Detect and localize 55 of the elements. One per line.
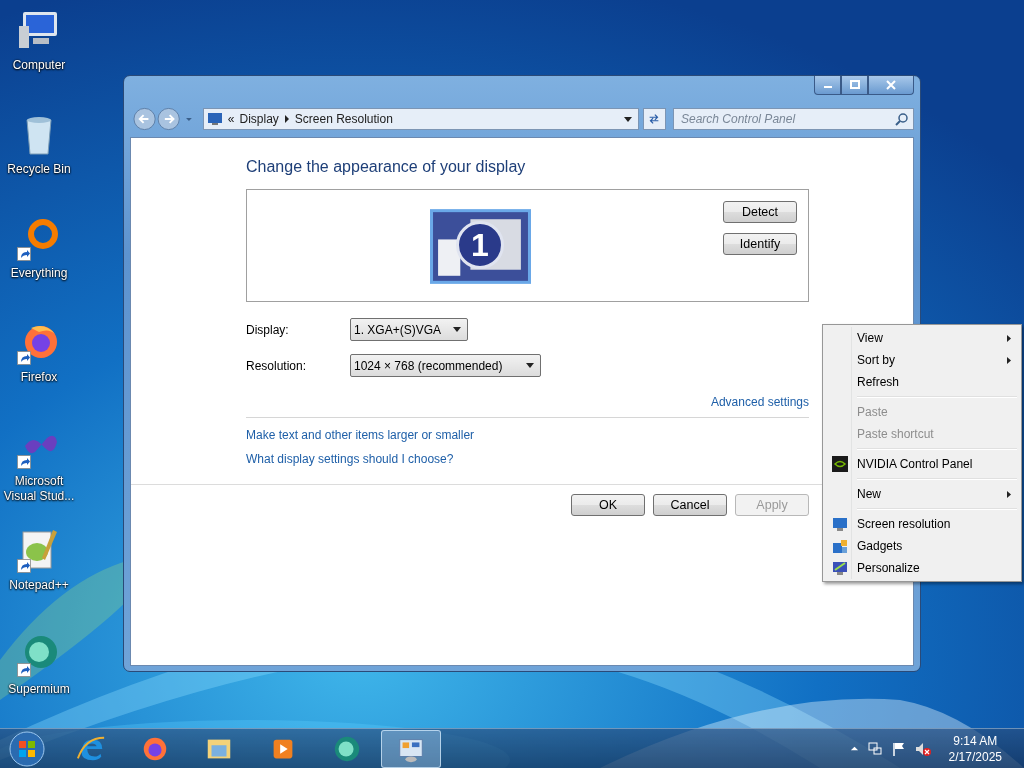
menu-item[interactable]: NVIDIA Control Panel <box>825 453 1019 475</box>
breadcrumb-item[interactable]: Display <box>239 112 279 126</box>
maximize-icon <box>849 80 860 90</box>
dropdown-arrow-icon[interactable] <box>623 116 632 122</box>
flag-icon[interactable] <box>890 740 907 757</box>
breadcrumb-chevron[interactable]: « <box>227 112 235 126</box>
panel-button[interactable]: Identify <box>723 233 797 255</box>
panel-button[interactable]: Detect <box>723 201 797 223</box>
refresh-button[interactable] <box>642 108 666 130</box>
dropdown[interactable]: 1024 × 768 (recommended) <box>350 354 542 377</box>
taskbar-button[interactable] <box>381 729 441 768</box>
menu-item[interactable]: Refresh <box>825 371 1019 393</box>
desktop-icon-label[interactable]: Everything <box>1 266 77 281</box>
gadgets-icon <box>832 538 848 554</box>
personalize-icon <box>832 560 848 576</box>
dropdown-arrow-icon <box>453 327 462 332</box>
help-link[interactable]: Make text and other items larger or smaller <box>246 428 475 442</box>
maximize-button[interactable] <box>841 76 868 95</box>
menu-item[interactable]: View <box>825 327 1019 349</box>
monitor-icon <box>832 516 848 532</box>
menu-item[interactable]: Gadgets <box>825 535 1019 557</box>
clock-date[interactable]: 2/17/2025 <box>948 748 1002 765</box>
field-label: Display: <box>246 322 290 337</box>
dropdown[interactable]: 1. XGA+(S)VGA <box>350 318 469 341</box>
menu-item[interactable]: Screen resolution <box>825 513 1019 535</box>
menu-item[interactable]: New <box>825 483 1019 505</box>
breadcrumb-arrow-icon[interactable] <box>283 115 290 123</box>
desktop-icon-label[interactable]: Supermium <box>1 682 77 697</box>
field-label: Resolution: <box>246 358 308 373</box>
help-link[interactable]: What display settings should I choose? <box>246 452 454 466</box>
dialog-button[interactable]: OK <box>571 494 645 516</box>
menu-item[interactable]: Personalize <box>825 557 1019 579</box>
advanced-settings-link[interactable]: Advanced settings <box>710 395 809 409</box>
desktop-icon-label[interactable]: Notepad++ <box>1 578 77 593</box>
breadcrumb-item[interactable]: Screen Resolution <box>294 112 393 126</box>
desktop-icon-label[interactable]: Firefox <box>1 370 77 385</box>
menu-item[interactable]: Sort by <box>825 349 1019 371</box>
desktop-icon-label[interactable]: Computer <box>1 58 77 73</box>
search-icon <box>895 112 909 126</box>
search-field[interactable]: Search Control Panel <box>673 108 914 130</box>
close-icon <box>886 80 896 90</box>
monitor-icon <box>206 111 223 127</box>
dropdown-arrow-icon <box>526 363 535 368</box>
close-button[interactable] <box>868 76 914 95</box>
desktop-icon-label[interactable]: Microsoft Visual Stud... <box>1 474 77 504</box>
start-button[interactable] <box>9 730 45 767</box>
network-icon[interactable] <box>866 740 883 757</box>
clock-time[interactable]: 9:14 AM <box>953 732 998 749</box>
minimize-button[interactable] <box>814 76 841 95</box>
address-bar[interactable]: « Display Screen Resolution <box>202 108 639 130</box>
desktop-icon-label[interactable]: Recycle Bin <box>1 162 77 177</box>
dialog-button[interactable]: Cancel <box>653 494 727 516</box>
show-hidden-icon[interactable] <box>849 744 859 753</box>
back-forward-icon[interactable] <box>133 107 193 131</box>
page-heading: Change the appearance of your display <box>246 158 527 176</box>
